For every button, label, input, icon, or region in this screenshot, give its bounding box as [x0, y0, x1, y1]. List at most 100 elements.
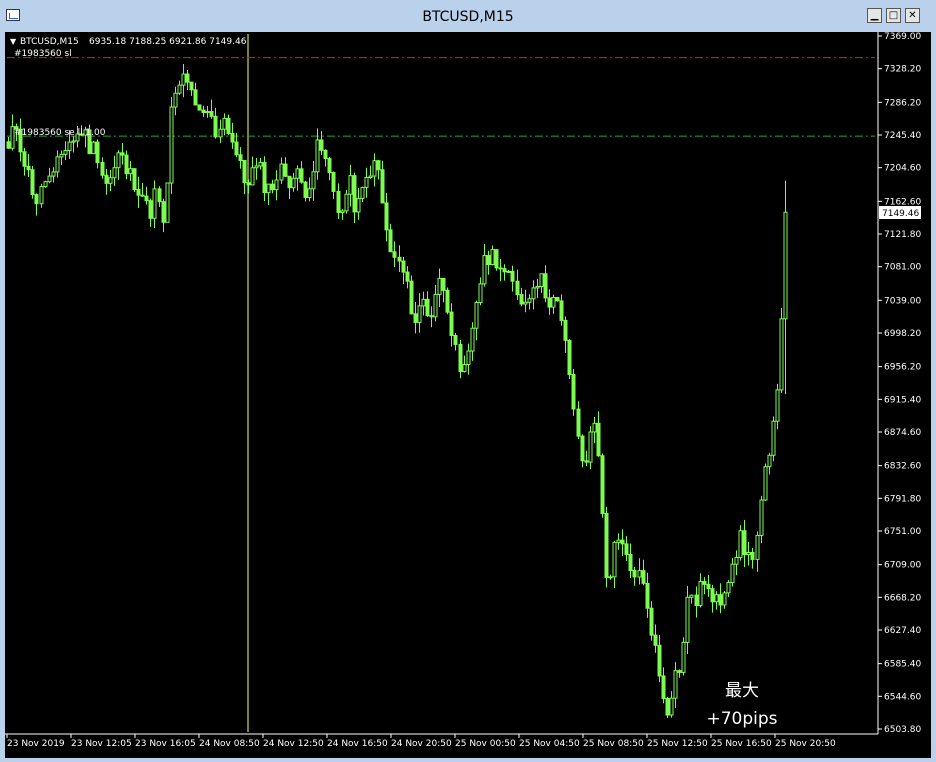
candle-body	[331, 172, 336, 192]
candle-body	[694, 594, 699, 607]
candle-body	[604, 512, 609, 578]
close-icon: ✕	[908, 10, 917, 21]
candle-body	[348, 175, 353, 195]
minimize-button[interactable]: ▁	[867, 8, 882, 23]
candle-body	[580, 435, 585, 462]
time-tick-label: 23 Nov 2019	[7, 739, 65, 749]
candle-body	[319, 139, 324, 151]
candle-body	[376, 160, 381, 171]
candle-body	[157, 188, 162, 203]
candle-body	[498, 267, 503, 270]
candle-body	[673, 670, 678, 699]
candle-body	[653, 634, 658, 646]
candle-body	[612, 541, 617, 578]
candle-body	[600, 455, 605, 514]
time-tick-label: 24 Nov 08:50	[199, 739, 260, 749]
candle-body	[226, 117, 231, 134]
candle-body	[669, 697, 674, 716]
candle-body	[392, 251, 397, 258]
symbol-dropdown-icon[interactable]: ▼	[10, 37, 17, 46]
candle-body	[779, 318, 784, 391]
candle-body	[445, 289, 450, 313]
price-tick-label: 7121.80	[884, 230, 921, 240]
candle-body	[641, 570, 646, 584]
candle-body	[510, 270, 515, 282]
candle-body	[209, 111, 214, 117]
candle-body	[734, 556, 739, 565]
candle-body	[576, 408, 581, 437]
price-axis[interactable]: 7369.00 7328.20 7286.20 7245.40 7204.60 7162.…	[878, 32, 921, 735]
candle-body	[421, 298, 426, 307]
candle-body	[364, 176, 369, 188]
maximize-button[interactable]: □	[886, 8, 901, 23]
price-tick-label: 7039.00	[884, 296, 921, 306]
candle-body	[34, 194, 39, 205]
candle-body	[161, 201, 166, 223]
candle-body	[677, 670, 682, 673]
candle-body	[702, 581, 707, 585]
candle-body	[336, 190, 341, 213]
candle-body	[327, 158, 332, 174]
candle-body	[262, 162, 267, 194]
candle-body	[490, 249, 495, 266]
candle-body	[368, 175, 373, 178]
time-axis[interactable]: 23 Nov 2019 23 Nov 12:05 23 Nov 16:05 24 No…	[6, 734, 836, 749]
time-tick-label: 23 Nov 12:05	[71, 739, 132, 749]
candle-body	[287, 175, 292, 189]
candle-body	[494, 249, 499, 269]
candlestick-chart[interactable]: ▼ BTCUSD,M15 6935.18 7188.25 6921.86 714…	[5, 32, 931, 758]
price-tick-label: 7204.60	[884, 164, 921, 174]
price-tick-label: 7081.00	[884, 263, 921, 273]
candle-body	[380, 169, 385, 204]
price-tick-label: 6751.00	[884, 527, 921, 537]
candle-body	[555, 296, 560, 302]
candle-body	[177, 84, 182, 94]
candle-body	[592, 422, 597, 433]
candle-body	[515, 280, 520, 296]
time-tick-label: 25 Nov 20:50	[775, 739, 836, 749]
candle-body	[637, 570, 642, 578]
candle-body	[230, 132, 235, 143]
candle-body	[108, 177, 113, 184]
candle-body	[750, 551, 755, 560]
close-button[interactable]: ✕	[905, 8, 920, 23]
candle-body	[303, 181, 308, 199]
maximize-icon: □	[888, 10, 899, 21]
candle-body	[730, 563, 735, 583]
candle-body	[169, 106, 174, 184]
candle-body	[523, 301, 528, 305]
candle-body	[413, 313, 418, 323]
candle-body	[91, 141, 96, 155]
candle-body	[563, 319, 568, 341]
candle-body	[665, 698, 670, 716]
candle-body	[755, 534, 760, 560]
candle-body	[486, 255, 491, 266]
candle-body	[26, 165, 31, 171]
candle-body	[726, 581, 731, 594]
candle-body	[307, 188, 312, 199]
price-tick-label: 6585.40	[884, 660, 921, 670]
candle-body	[458, 343, 463, 373]
candle-body	[449, 311, 454, 337]
candle-body	[714, 594, 719, 603]
candle-body	[323, 149, 328, 160]
candle-body	[620, 539, 625, 545]
candle-body	[470, 327, 475, 352]
price-tick-label: 6627.40	[884, 626, 921, 636]
price-tick-label: 7328.20	[884, 65, 921, 75]
candle-body	[51, 171, 56, 177]
candle-body	[291, 177, 296, 189]
chart-area[interactable]: ▼ BTCUSD,M15 6935.18 7188.25 6921.86 714…	[5, 32, 931, 758]
candle-body	[59, 153, 64, 158]
candle-body	[584, 460, 589, 463]
candle-body	[409, 280, 414, 315]
candle-body	[43, 181, 48, 188]
candle-body	[742, 530, 747, 556]
candle-body	[738, 530, 743, 558]
candle-body	[718, 594, 723, 606]
price-tick-label: 7369.00	[884, 32, 921, 42]
candle-body	[140, 194, 145, 197]
candle-body	[71, 140, 76, 143]
candle-body	[124, 154, 129, 175]
candle-body	[624, 543, 629, 555]
